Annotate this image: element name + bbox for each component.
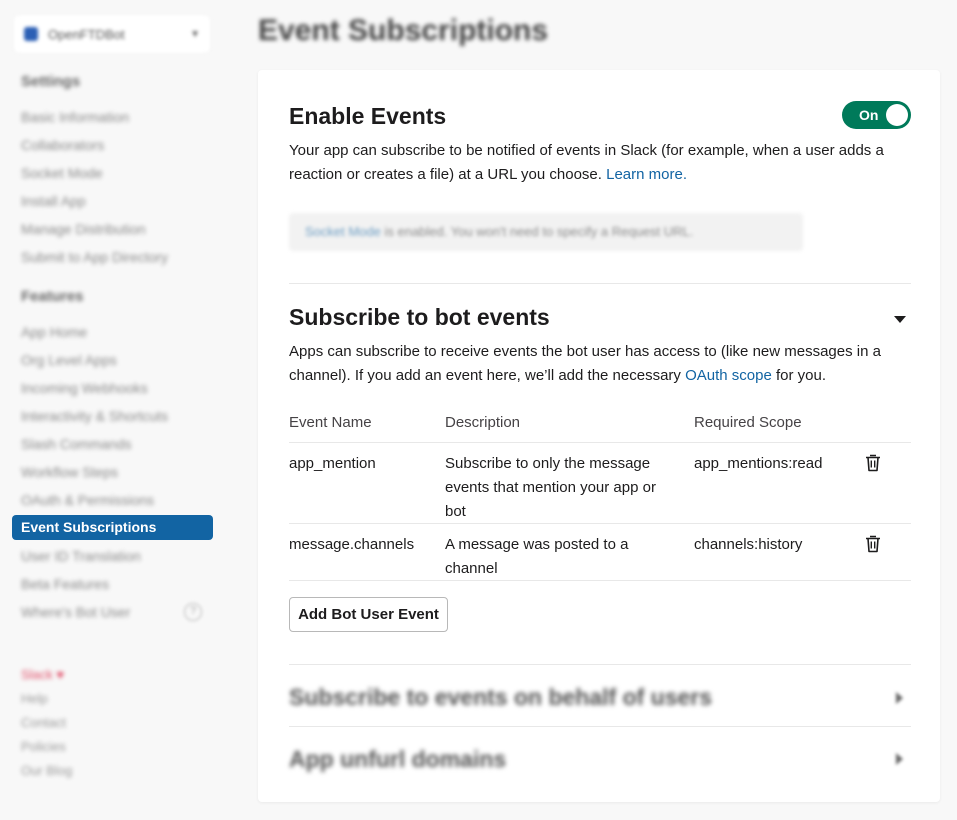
event-name-app-mention[interactable]: app_mention — [289, 452, 376, 476]
sidebar: OpenFTDBot ▼ Settings Basic Information … — [0, 0, 225, 820]
toggle-knob — [886, 104, 908, 126]
enable-events-toggle[interactable]: On — [842, 101, 911, 129]
column-header-description: Description — [445, 414, 521, 431]
sidebar-item-interactivity-shortcuts[interactable]: Interactivity & Shortcuts — [21, 408, 168, 424]
sidebar-item-beta-features[interactable]: Beta Features — [21, 576, 109, 592]
help-icon[interactable]: ? — [184, 603, 202, 621]
enable-events-title: Enable Events — [289, 103, 447, 129]
trash-icon[interactable] — [864, 534, 882, 554]
enable-events-text: Your app can subscribe to be notified of… — [289, 142, 884, 183]
sidebar-item-manage-distribution[interactable]: Manage Distribution — [21, 221, 146, 237]
app-name: OpenFTDBot — [48, 26, 125, 42]
event-description: Subscribe to only the message events tha… — [445, 455, 656, 520]
footer-blog-link[interactable]: Our Blog — [21, 763, 72, 778]
sidebar-item-workflow-steps[interactable]: Workflow Steps — [21, 464, 118, 480]
section-divider — [289, 283, 911, 284]
settings-heading: Settings — [21, 73, 81, 90]
sidebar-item-wheres-bot-user[interactable]: Where's Bot User — [21, 604, 130, 620]
page-title: Event Subscriptions — [258, 14, 549, 47]
learn-more-link[interactable]: Learn more. — [606, 166, 687, 183]
sidebar-item-oauth-permissions[interactable]: OAuth & Permissions — [21, 492, 154, 508]
table-row-divider — [289, 523, 911, 524]
sidebar-item-app-home[interactable]: App Home — [21, 324, 87, 340]
trash-icon[interactable] — [864, 453, 882, 473]
expand-caret-icon[interactable] — [896, 692, 903, 704]
event-description: A message was posted to a channel — [445, 536, 629, 577]
unfurl-domains-title[interactable]: App unfurl domains — [289, 746, 506, 773]
socket-mode-note: Socket Mode is enabled. You won't need t… — [289, 213, 803, 251]
collapse-caret-icon[interactable] — [894, 316, 906, 323]
slack-love-link[interactable]: Slack ♥ — [21, 667, 64, 682]
column-header-event-name: Event Name — [289, 414, 372, 431]
app-icon — [24, 27, 38, 41]
socket-mode-link[interactable]: Socket Mode — [305, 224, 381, 239]
sidebar-item-socket-mode[interactable]: Socket Mode — [21, 165, 103, 181]
footer-policies-link[interactable]: Policies — [21, 739, 66, 754]
table-row-divider — [289, 580, 911, 581]
bot-events-text-end: for you. — [775, 367, 827, 384]
add-bot-user-event-button[interactable]: Add Bot User Event — [289, 597, 448, 632]
sidebar-item-basic-information[interactable]: Basic Information — [21, 109, 129, 125]
enable-events-description: Your app can subscribe to be notified of… — [289, 139, 913, 187]
sidebar-item-submit-to-app-directory[interactable]: Submit to App Directory — [21, 249, 168, 265]
user-events-title[interactable]: Subscribe to events on behalf of users — [289, 684, 712, 711]
sidebar-item-incoming-webhooks[interactable]: Incoming Webhooks — [21, 380, 148, 396]
socket-mode-note-text: is enabled. You won't need to specify a … — [380, 224, 694, 239]
event-scope: channels:history — [694, 536, 803, 553]
bot-events-title: Subscribe to bot events — [289, 304, 550, 330]
event-name-message-channels[interactable]: message.channels — [289, 533, 414, 557]
expand-caret-icon[interactable] — [896, 753, 903, 765]
oauth-scope-link[interactable]: OAuth scope — [685, 367, 772, 384]
toggle-label: On — [859, 107, 879, 123]
section-divider — [289, 726, 911, 727]
event-scope: app_mentions:read — [694, 455, 823, 472]
footer-contact-link[interactable]: Contact — [21, 715, 66, 730]
sidebar-item-collaborators[interactable]: Collaborators — [21, 137, 104, 153]
bot-events-description: Apps can subscribe to receive events the… — [289, 340, 913, 388]
sidebar-item-user-id-translation[interactable]: User ID Translation — [21, 548, 141, 564]
features-heading: Features — [21, 288, 84, 305]
main-card: Enable Events On Your app can subscribe … — [258, 70, 940, 802]
table-header-divider — [289, 442, 911, 443]
column-header-required-scope: Required Scope — [694, 414, 802, 431]
section-divider — [289, 664, 911, 665]
sidebar-item-install-app[interactable]: Install App — [21, 193, 86, 209]
sidebar-item-slash-commands[interactable]: Slash Commands — [21, 436, 132, 452]
sidebar-item-event-subscriptions[interactable]: Event Subscriptions — [12, 515, 213, 540]
chevron-down-icon: ▼ — [190, 28, 200, 40]
footer-help-link[interactable]: Help — [21, 691, 48, 706]
app-selector[interactable]: OpenFTDBot ▼ — [14, 15, 210, 53]
sidebar-item-org-level-apps[interactable]: Org Level Apps — [21, 352, 117, 368]
